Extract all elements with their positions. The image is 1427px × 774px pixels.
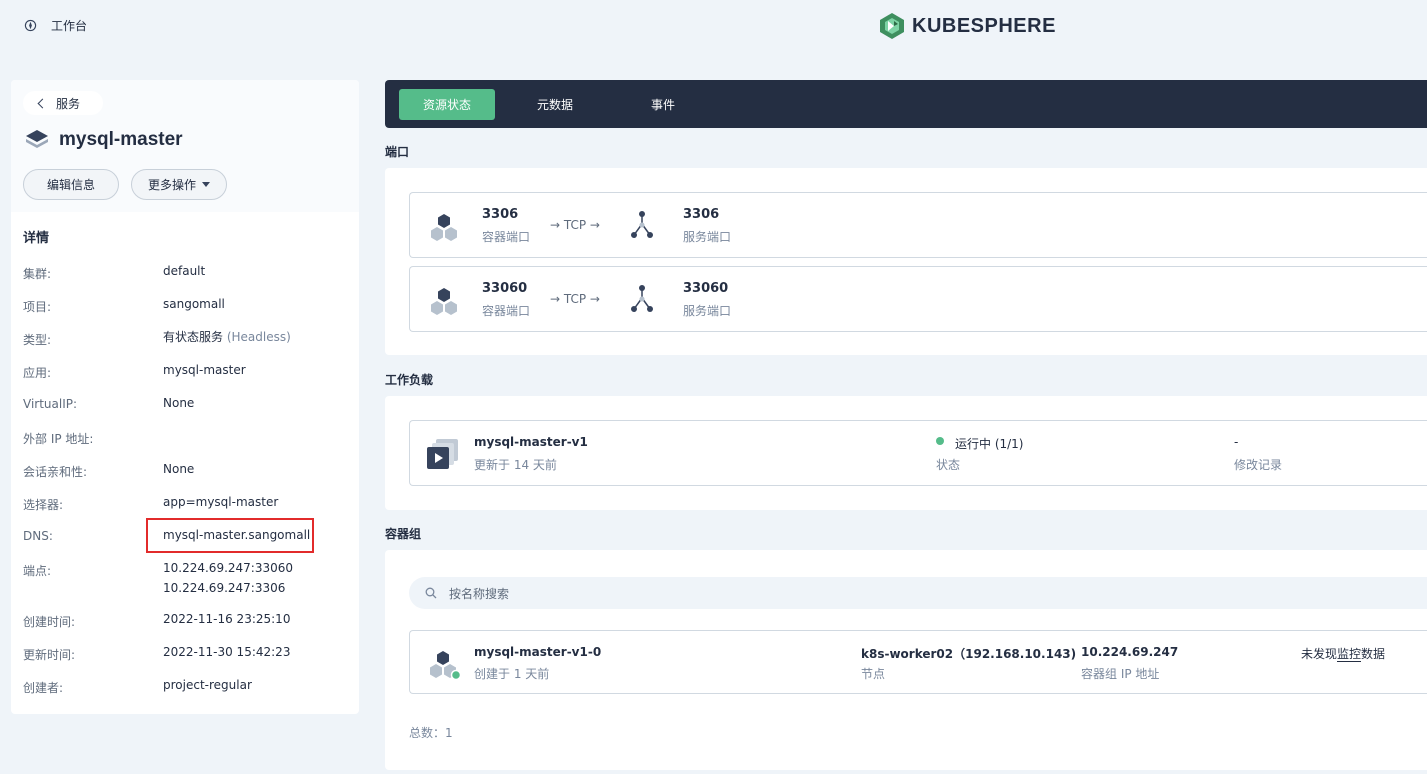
pod-created: 创建于 1 天前 xyxy=(474,667,550,681)
detail-value: 有状态服务 xyxy=(163,330,224,344)
monitor-prefix: 未发现 xyxy=(1301,647,1338,661)
running-status-dot xyxy=(936,437,944,445)
pod-total-count: 总数：1 xyxy=(409,726,453,740)
pod-item[interactable]: mysql-master-v1-0 创建于 1 天前 k8s-worker02（… xyxy=(409,630,1427,694)
detail-value: None xyxy=(163,462,195,476)
monitor-suffix: 数据 xyxy=(1361,647,1386,661)
detail-key: DNS: xyxy=(23,529,53,543)
details-title: 详情 xyxy=(23,231,50,246)
service-title: mysql-master xyxy=(25,129,183,151)
compass-icon xyxy=(24,19,37,32)
edit-info-label: 编辑信息 xyxy=(46,178,95,192)
pod-ip-label: 容器组 IP 地址 xyxy=(1081,667,1160,681)
tab-events[interactable]: 事件 xyxy=(625,89,701,120)
pod-node-label: 节点 xyxy=(861,667,886,681)
detail-key: 创建时间: xyxy=(23,615,76,629)
workload-status: 运行中 (1/1) xyxy=(955,437,1024,451)
statefulset-icon xyxy=(427,439,458,469)
container-port-number: 3306 xyxy=(482,207,519,222)
dns-highlight-box xyxy=(146,518,314,553)
detail-value: 2022-11-16 23:25:10 xyxy=(163,612,291,626)
workload-revision-label: 修改记录 xyxy=(1234,458,1283,472)
detail-key: VirtualIP: xyxy=(23,397,78,411)
container-port-label: 容器端口 xyxy=(482,230,531,244)
detail-value: 10.224.69.247:33060 xyxy=(163,561,294,575)
container-port-icon xyxy=(431,214,457,241)
protocol-label: → TCP → xyxy=(550,218,600,232)
top-bar: 工作台 KUBESPHERE xyxy=(0,0,1427,54)
more-actions-label: 更多操作 xyxy=(147,178,196,192)
detail-key: 项目: xyxy=(23,300,52,314)
detail-key: 更新时间: xyxy=(23,648,76,662)
workbench-link[interactable]: 工作台 xyxy=(24,17,87,34)
service-header: 服务 mysql-master 编辑信息 更多操作 xyxy=(11,80,359,212)
workbench-label: 工作台 xyxy=(51,19,88,33)
tab-bar: 资源状态 元数据 事件 xyxy=(385,80,1427,128)
detail-key: 端点: xyxy=(23,564,52,578)
workload-name[interactable]: mysql-master-v1 xyxy=(474,435,588,449)
detail-value: mysql-master xyxy=(163,363,246,377)
ports-card: 3306 容器端口 → TCP → 3306 服务端口 33060 容器端口 →… xyxy=(385,168,1427,355)
search-placeholder: 按名称搜索 xyxy=(449,587,510,601)
detail-value: sangomall xyxy=(163,297,225,311)
tab-resource-status[interactable]: 资源状态 xyxy=(399,89,495,120)
workload-section-label: 工作负载 xyxy=(385,373,434,387)
service-port-icon xyxy=(631,211,653,238)
container-port-label: 容器端口 xyxy=(482,304,531,318)
service-port-number: 33060 xyxy=(683,281,729,296)
port-item: 33060 容器端口 → TCP → 33060 服务端口 xyxy=(409,266,1427,332)
pod-ip: 10.224.69.247 xyxy=(1081,645,1179,659)
monitor-link[interactable]: 监控 xyxy=(1337,647,1362,662)
detail-value-extra: (Headless) xyxy=(226,330,291,344)
pods-section-label: 容器组 xyxy=(385,527,422,541)
pods-card: 按名称搜索 mysql-master-v1-0 创建于 1 天前 k8s-wor… xyxy=(385,550,1427,770)
pod-node: k8s-worker02（192.168.10.143) xyxy=(861,647,1077,661)
workload-item[interactable]: mysql-master-v1 更新于 14 天前 运行中 (1/1) 状态 -… xyxy=(409,420,1427,486)
detail-value-2: 10.224.69.247:3306 xyxy=(163,581,286,595)
search-icon xyxy=(425,587,437,599)
container-port-number: 33060 xyxy=(482,281,528,296)
detail-key: 类型: xyxy=(23,333,52,347)
workload-updated: 更新于 14 天前 xyxy=(474,458,557,472)
port-item: 3306 容器端口 → TCP → 3306 服务端口 xyxy=(409,192,1427,258)
detail-key: 选择器: xyxy=(23,498,64,512)
tab-metadata[interactable]: 元数据 xyxy=(515,89,595,120)
caret-down-icon xyxy=(202,182,210,187)
ports-section-label: 端口 xyxy=(385,145,410,159)
service-name: mysql-master xyxy=(59,129,183,150)
detail-value: app=mysql-master xyxy=(163,495,279,509)
container-port-icon xyxy=(431,288,457,315)
detail-key: 外部 IP 地址: xyxy=(23,432,94,446)
service-icon xyxy=(26,130,48,148)
detail-value: 2022-11-30 15:42:23 xyxy=(163,645,291,659)
back-label: 服务 xyxy=(56,96,81,111)
detail-value: None xyxy=(163,396,195,410)
detail-value: project-regular xyxy=(163,678,252,692)
more-actions-button[interactable]: 更多操作 xyxy=(131,169,227,200)
chevron-left-icon xyxy=(37,98,48,108)
pod-search-input[interactable]: 按名称搜索 xyxy=(409,577,1427,609)
workload-revision: - xyxy=(1234,435,1239,449)
kubesphere-logo-icon xyxy=(880,13,904,39)
pod-monitor-message: 未发现监控数据 xyxy=(1301,645,1385,662)
edit-info-button[interactable]: 编辑信息 xyxy=(23,169,119,200)
detail-key: 应用: xyxy=(23,366,52,380)
service-port-label: 服务端口 xyxy=(683,304,732,318)
logo-text: KUBESPHERE xyxy=(912,14,1056,37)
workload-card: mysql-master-v1 更新于 14 天前 运行中 (1/1) 状态 -… xyxy=(385,396,1427,510)
detail-key: 集群: xyxy=(23,267,52,281)
service-port-label: 服务端口 xyxy=(683,230,732,244)
kubesphere-logo[interactable]: KUBESPHERE xyxy=(878,12,1056,40)
detail-value: default xyxy=(163,264,206,278)
service-port-number: 3306 xyxy=(683,207,720,222)
service-detail-panel: 服务 mysql-master 编辑信息 更多操作 详情 集群: default … xyxy=(11,80,359,714)
pod-name[interactable]: mysql-master-v1-0 xyxy=(474,645,601,659)
service-port-icon xyxy=(631,285,653,312)
detail-key: 创建者: xyxy=(23,681,64,695)
back-to-services-button[interactable]: 服务 xyxy=(23,91,103,115)
pod-icon xyxy=(430,651,462,680)
workload-status-label: 状态 xyxy=(936,458,961,472)
detail-key: 会话亲和性: xyxy=(23,465,88,479)
protocol-label: → TCP → xyxy=(550,292,600,306)
